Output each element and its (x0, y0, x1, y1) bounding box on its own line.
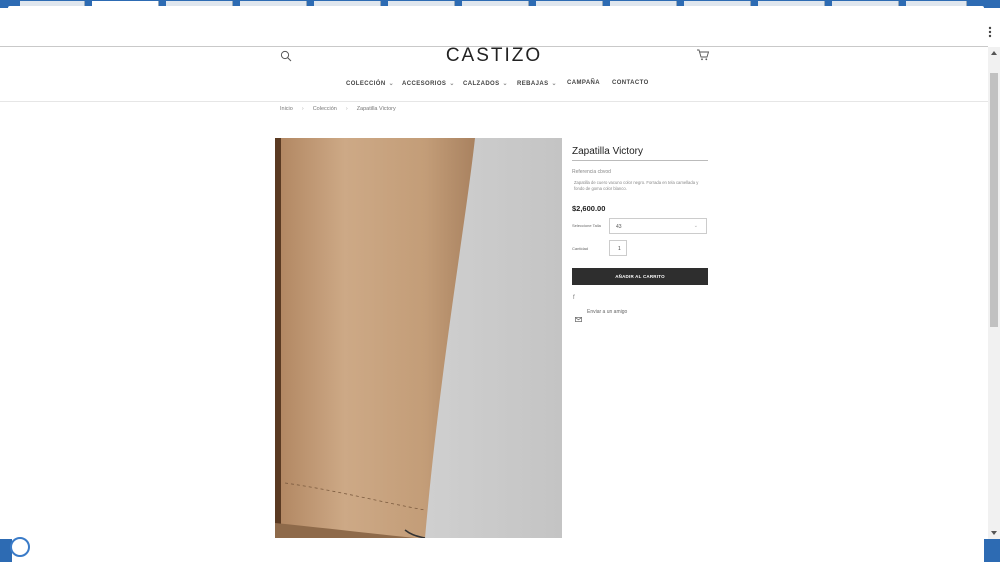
product-title: Zapatilla Victory (572, 146, 643, 157)
nav-item-coleccion[interactable]: COLECCIÓN ⌄ (346, 80, 394, 87)
send-to-friend-link[interactable]: Enviar a un amigo (587, 309, 627, 315)
quantity-label: Cantidad (572, 246, 589, 251)
breadcrumb-separator: › (301, 106, 304, 112)
chevron-down-icon: ⌄ (449, 81, 455, 87)
nav-item-label: CALZADOS (463, 81, 500, 87)
add-to-cart-button[interactable]: AÑADIR AL CARRITO (572, 268, 708, 285)
scroll-down-icon[interactable] (991, 531, 997, 535)
chevron-down-icon: ⌄ (388, 81, 395, 87)
size-select[interactable]: 43 ⌄ (609, 218, 707, 234)
size-label: Seleccione Talla (572, 223, 601, 228)
breadcrumb: Inicio › Colección › Zapatilla Victory (280, 106, 396, 112)
product-description: Zapatilla de cuero vacuno color negro. F… (574, 180, 699, 191)
nav-item-label: CONTACTO (612, 80, 649, 86)
product-price: $2,600.00 (572, 204, 606, 213)
nav-item-rebajas[interactable]: REBAJAS ⌄ (517, 80, 557, 87)
breadcrumb-current: Zapatilla Victory (356, 106, 396, 112)
nav-item-calzados[interactable]: CALZADOS ⌄ (463, 80, 508, 87)
address-bar[interactable] (8, 6, 984, 44)
breadcrumb-category[interactable]: Colección (313, 106, 337, 112)
quantity-value: 1 (618, 246, 621, 252)
breadcrumb-home[interactable]: Inicio (280, 106, 293, 112)
chevron-down-icon: ⌄ (502, 81, 508, 87)
start-button-icon[interactable] (10, 537, 30, 557)
cart-icon[interactable] (696, 48, 710, 61)
site-logo[interactable]: CASTIZO (420, 45, 568, 67)
breadcrumb-separator: › (345, 106, 348, 112)
main-nav: COLECCIÓN ⌄ ACCESORIOS ⌄ CALZADOS ⌄ REBAJAS… (0, 80, 988, 92)
quantity-input[interactable]: 1 (609, 240, 627, 256)
mail-icon[interactable] (575, 309, 582, 322)
browser-menu-icon[interactable] (988, 26, 992, 38)
facebook-icon[interactable]: f (573, 295, 575, 301)
taskbar-edge (984, 539, 1000, 562)
title-divider (572, 160, 708, 161)
nav-item-campana[interactable]: CAMPAÑA (567, 80, 600, 86)
nav-item-label: CAMPAÑA (567, 80, 601, 86)
product-image[interactable] (275, 138, 562, 538)
scroll-up-icon[interactable] (991, 51, 997, 55)
page-scrollbar[interactable] (988, 47, 1000, 539)
chevron-down-icon: ⌄ (693, 223, 698, 229)
nav-item-contacto[interactable]: CONTACTO (612, 80, 649, 86)
nav-item-label: COLECCIÓN (346, 81, 386, 87)
nav-item-label: REBAJAS (517, 81, 549, 87)
nav-item-accesorios[interactable]: ACCESORIOS ⌄ (402, 80, 455, 87)
scrollbar-thumb[interactable] (990, 73, 998, 327)
chevron-down-icon: ⌄ (551, 81, 557, 87)
nav-item-label: ACCESORIOS (402, 81, 447, 87)
search-icon[interactable] (280, 49, 292, 62)
product-reference: Referencia cbvod (572, 169, 611, 175)
os-taskbar (0, 537, 1000, 562)
header-divider (0, 101, 988, 102)
size-value: 43 (616, 224, 622, 230)
